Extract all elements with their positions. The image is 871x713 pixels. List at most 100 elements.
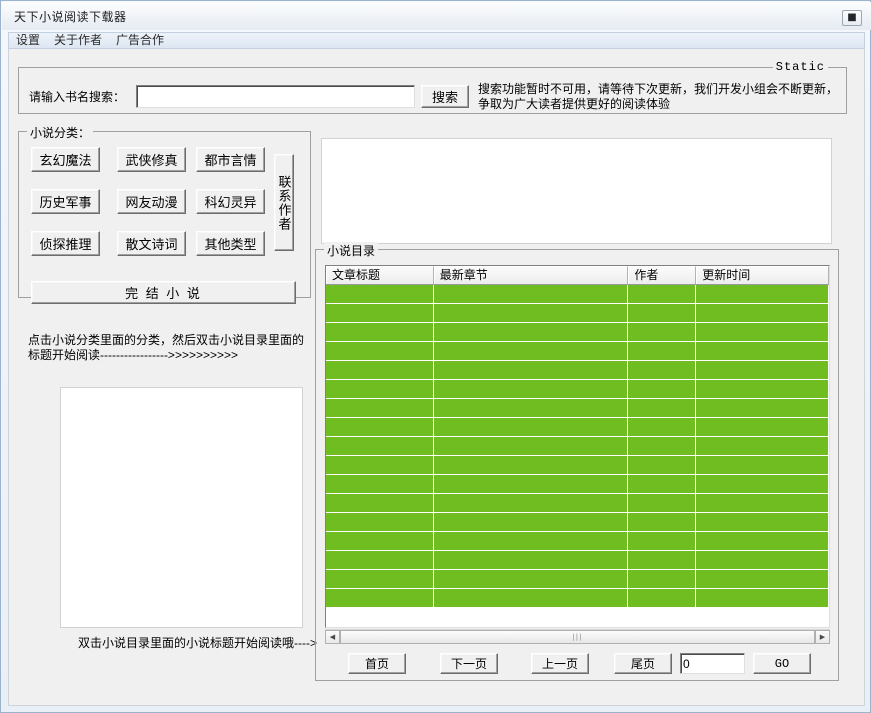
finished-novels-button[interactable]: 完 结 小 说 [31, 281, 296, 304]
menu-item-about-author[interactable]: 关于作者 [47, 33, 109, 48]
category-button-kehuan[interactable]: 科幻灵异 [196, 189, 265, 214]
menu-item-ad-cooperation[interactable]: 广告合作 [109, 33, 171, 48]
scroll-grip-icon: ||| [572, 633, 582, 641]
close-icon: ■ [847, 13, 856, 23]
table-row[interactable] [326, 513, 829, 532]
search-button[interactable]: 搜索 [421, 85, 469, 108]
table-row[interactable] [326, 551, 829, 570]
close-button[interactable]: ■ [842, 10, 862, 26]
table-cell [628, 418, 696, 436]
category-button-sanwen[interactable]: 散文诗词 [117, 231, 186, 256]
table-row[interactable] [326, 532, 829, 551]
search-groupbox-legend: Static [773, 60, 828, 74]
pager-next-button[interactable]: 下一页 [440, 653, 498, 674]
table-cell [434, 285, 629, 303]
catalog-hscrollbar[interactable]: ◀ ||| ▶ [325, 629, 830, 644]
table-cell [628, 589, 696, 607]
table-cell [326, 456, 434, 474]
table-row[interactable] [326, 418, 829, 437]
table-cell [326, 532, 434, 550]
category-button-dushi[interactable]: 都市言情 [196, 147, 265, 172]
table-row[interactable] [326, 304, 829, 323]
table-cell [434, 399, 629, 417]
table-row[interactable] [326, 380, 829, 399]
search-notice-text: 搜索功能暂时不可用，请等待下次更新，我们开发小组会不断更新，争取为广大读者提供更… [478, 82, 840, 112]
pager-go-button[interactable]: GO [753, 653, 811, 674]
category-button-zhentan[interactable]: 侦探推理 [31, 231, 100, 256]
table-cell [628, 475, 696, 493]
table-cell [326, 304, 434, 322]
table-cell [696, 494, 829, 512]
table-cell [696, 323, 829, 341]
table-cell [434, 437, 629, 455]
table-cell [326, 380, 434, 398]
table-cell [628, 342, 696, 360]
table-cell [696, 513, 829, 531]
table-row[interactable] [326, 399, 829, 418]
table-cell [434, 342, 629, 360]
scroll-track[interactable]: ||| [340, 630, 815, 644]
search-input[interactable] [136, 85, 415, 108]
catalog-column-update-time[interactable]: 更新时间 [696, 266, 829, 284]
table-row[interactable] [326, 494, 829, 513]
table-cell [434, 361, 629, 379]
banner-panel[interactable] [321, 138, 832, 244]
table-cell [696, 570, 829, 588]
scroll-thumb[interactable]: ||| [340, 630, 815, 644]
table-row[interactable] [326, 475, 829, 494]
catalog-column-title[interactable]: 文章标题 [326, 266, 434, 284]
category-button-lishi[interactable]: 历史军事 [31, 189, 100, 214]
catalog-column-author[interactable]: 作者 [628, 266, 696, 284]
catalog-listview[interactable]: 文章标题 最新章节 作者 更新时间 [325, 265, 830, 628]
table-cell [434, 323, 629, 341]
table-cell [628, 532, 696, 550]
category-button-qita[interactable]: 其他类型 [196, 231, 265, 256]
novel-preview-panel[interactable] [60, 387, 303, 628]
scroll-right-icon[interactable]: ▶ [815, 630, 830, 644]
pager-last-button[interactable]: 尾页 [614, 653, 672, 674]
table-cell [434, 494, 629, 512]
category-button-xuanhuan[interactable]: 玄幻魔法 [31, 147, 100, 172]
title-bar: 天下小说阅读下载器 ■ [2, 2, 871, 30]
scroll-left-icon[interactable]: ◀ [325, 630, 340, 644]
table-row[interactable] [326, 361, 829, 380]
table-row[interactable] [326, 570, 829, 589]
catalog-column-latest-chapter[interactable]: 最新章节 [434, 266, 629, 284]
table-cell [326, 513, 434, 531]
table-row[interactable] [326, 456, 829, 475]
table-cell [696, 456, 829, 474]
pager-page-input[interactable] [680, 653, 745, 674]
pager-prev-button[interactable]: 上一页 [531, 653, 589, 674]
catalog-groupbox-legend: 小说目录 [324, 242, 378, 259]
table-row[interactable] [326, 323, 829, 342]
table-cell [696, 589, 829, 607]
table-cell [696, 285, 829, 303]
table-cell [628, 551, 696, 569]
window-frame: 天下小说阅读下载器 ■ 设置 关于作者 广告合作 Static 请输入书名搜索：… [0, 0, 871, 713]
table-cell [434, 475, 629, 493]
table-cell [434, 551, 629, 569]
category-groupbox-legend: 小说分类： [27, 124, 93, 141]
table-cell [696, 437, 829, 455]
menu-bar: 设置 关于作者 广告合作 [8, 32, 865, 49]
category-button-wangyou[interactable]: 网友动漫 [117, 189, 186, 214]
table-cell [628, 285, 696, 303]
table-cell [628, 361, 696, 379]
table-row[interactable] [326, 285, 829, 304]
menu-item-settings[interactable]: 设置 [9, 33, 47, 48]
table-row[interactable] [326, 589, 829, 608]
category-button-wuxia[interactable]: 武侠修真 [117, 147, 186, 172]
application-window: 天下小说阅读下载器 ■ 设置 关于作者 广告合作 Static 请输入书名搜索：… [0, 0, 871, 713]
table-cell [696, 399, 829, 417]
table-cell [326, 437, 434, 455]
search-label: 请输入书名搜索： [29, 90, 125, 105]
table-cell [326, 361, 434, 379]
contact-author-button[interactable]: 联系作者 [274, 154, 294, 251]
table-row[interactable] [326, 437, 829, 456]
table-cell [628, 304, 696, 322]
table-cell [326, 494, 434, 512]
table-cell [326, 570, 434, 588]
pager-first-button[interactable]: 首页 [348, 653, 406, 674]
table-cell [434, 570, 629, 588]
table-row[interactable] [326, 342, 829, 361]
